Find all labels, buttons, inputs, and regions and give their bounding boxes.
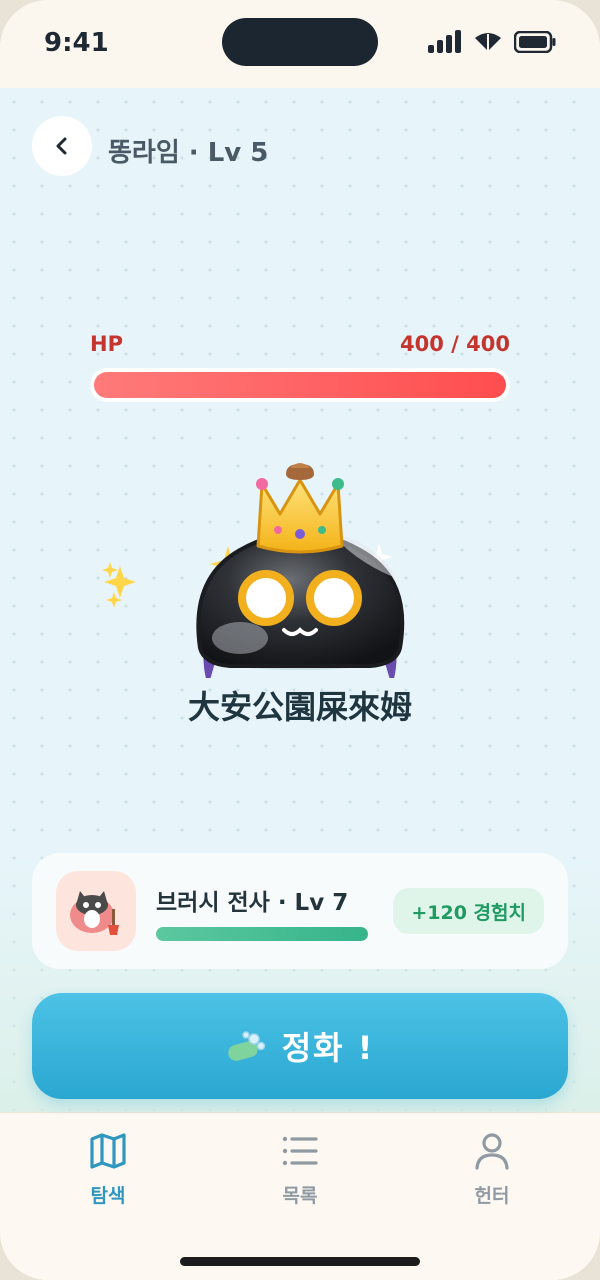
status-icons [428,30,556,54]
tab-label: 헌터 [474,1185,510,1207]
page-title: 똥라임 · Lv 5 [108,138,269,168]
hunter-exp-bar-fill [156,927,368,941]
tab-bar: 탐색 목록 헌터 [0,1112,600,1280]
purify-button-label: 정화 ! [281,1029,375,1067]
home-indicator [180,1257,420,1266]
hp-label: HP [90,332,123,356]
phone-screen: 9:41 똥라임 · Lv 5 HP 400 / 400 大安公園屎來姆 브러시… [0,0,600,1280]
hunter-name: 브러시 전사 · Lv 7 [156,890,349,916]
hunter-card: 브러시 전사 · Lv 7 +120 경험치 [32,853,568,969]
status-time: 9:41 [44,28,109,58]
monster-name: 大安公園屎來姆 [187,688,412,726]
tab-label: 탐색 [90,1185,126,1207]
tab-label: 목록 [282,1185,318,1207]
chevron-left-icon [56,137,67,155]
back-button[interactable] [32,116,92,176]
tab-hunter[interactable]: 헌터 [432,1131,552,1231]
person-icon [475,1133,509,1170]
hunter-avatar [56,871,136,951]
dynamic-island [222,18,378,66]
cat-hunter-icon [70,891,119,935]
hunter-exp-bar [156,927,368,941]
hp-value: 400 / 400 [400,332,510,356]
wifi-icon [475,33,501,51]
hp-bar-fill [94,372,506,398]
map-icon [90,1133,126,1169]
battle-screen: 똥라임 · Lv 5 HP 400 / 400 大安公園屎來姆 브러시 전사 ·… [0,88,600,1112]
signal-icon [428,30,461,53]
exp-reward-badge: +120 경험치 [393,888,544,934]
tab-explore[interactable]: 탐색 [48,1131,168,1231]
battery-icon [514,31,556,53]
slime-monster [102,463,405,678]
tab-list[interactable]: 목록 [240,1131,360,1231]
soap-bubbles-icon [227,1031,265,1061]
list-icon [282,1136,318,1166]
crown-icon [256,463,344,554]
status-bar: 9:41 [0,0,600,88]
purify-button[interactable]: 정화 ! [32,993,568,1099]
hp-bar [90,368,510,402]
